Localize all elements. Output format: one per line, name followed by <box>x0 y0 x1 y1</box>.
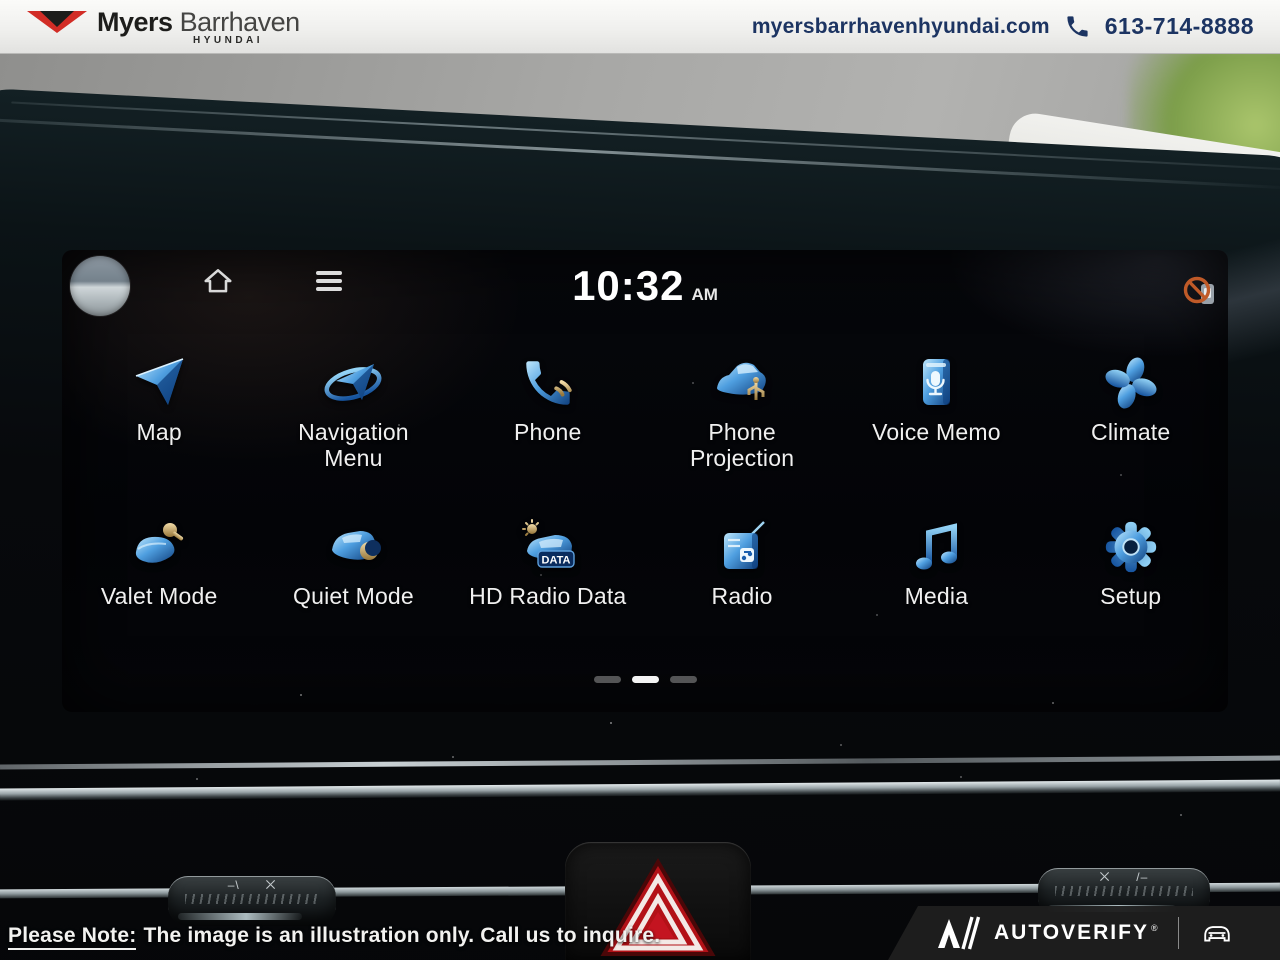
dealer-logo: Myers Barrhaven HYUNDAI <box>26 7 300 46</box>
page-indicator <box>62 676 1228 683</box>
app-label: Phone Projection <box>657 419 827 471</box>
app-tile-quiet-mode[interactable]: Quiet Mode <box>256 512 450 609</box>
time-period: AM <box>691 285 717 304</box>
voice-memo-icon <box>910 348 962 412</box>
banner-divider <box>1178 917 1179 949</box>
dealer-phone-number: 613-714-8888 <box>1105 13 1254 40</box>
app-tile-hd-radio-data[interactable]: DATA HD Radio Data <box>451 512 645 609</box>
quiet-mode-icon <box>322 512 384 576</box>
app-tile-media[interactable]: Media <box>839 512 1033 609</box>
app-label: Map <box>136 419 181 445</box>
dust-specks <box>0 54 2 56</box>
bluetooth-disconnected-icon[interactable] <box>1182 272 1220 310</box>
note-label: Please Note: <box>8 924 136 950</box>
left-vent-adjuster[interactable]: –\⨉ <box>168 876 336 926</box>
phone-app-icon <box>518 348 578 412</box>
screenshot-root: Myers Barrhaven HYUNDAI myersbarrhavenhy… <box>0 0 1280 960</box>
hd-radio-data-icon: DATA <box>515 512 581 576</box>
app-tile-valet-mode[interactable]: Valet Mode <box>62 512 256 609</box>
app-tile-radio[interactable]: Radio <box>645 512 839 609</box>
dealer-website: myersbarrhavenhyundai.com <box>752 15 1050 39</box>
car-icon[interactable] <box>1201 921 1233 945</box>
media-icon <box>908 512 964 576</box>
page-dot-2-active[interactable] <box>632 676 659 683</box>
app-label: Phone <box>514 419 582 445</box>
app-label: Climate <box>1091 419 1170 445</box>
note-text: The image is an illustration only. Call … <box>143 924 660 947</box>
app-label: Navigation Menu <box>268 419 438 471</box>
app-tile-map[interactable]: Map <box>62 348 256 471</box>
page-dot-1[interactable] <box>594 676 621 683</box>
app-tile-navigation-menu[interactable]: Navigation Menu <box>256 348 450 471</box>
autoverify-wordmark: AUTOVERIFY® <box>994 921 1160 945</box>
valet-mode-icon <box>128 512 190 576</box>
infotainment-screen: 10:32 AM Map <box>62 250 1228 712</box>
app-tile-setup[interactable]: Setup <box>1034 512 1228 609</box>
autoverify-logo-icon <box>936 916 982 950</box>
app-tile-voice-memo[interactable]: Voice Memo <box>839 348 1033 471</box>
app-label: Setup <box>1100 583 1161 609</box>
app-label: Media <box>905 583 969 609</box>
map-icon <box>128 348 190 412</box>
status-clock: 10:32 AM <box>62 262 1228 310</box>
app-tile-phone-projection[interactable]: Phone Projection <box>645 348 839 471</box>
phone-handset-icon <box>1064 13 1091 40</box>
app-tile-climate[interactable]: Climate <box>1034 348 1228 471</box>
phone-projection-icon <box>710 348 774 412</box>
dealer-header: Myers Barrhaven HYUNDAI myersbarrhavenhy… <box>0 0 1280 54</box>
autoverify-banner: AUTOVERIFY® <box>888 906 1280 960</box>
disclaimer-note: Please Note: The image is an illustration… <box>8 924 660 948</box>
time-value: 10:32 <box>572 262 684 309</box>
app-label: Valet Mode <box>101 583 218 609</box>
app-label: Voice Memo <box>872 419 1001 445</box>
climate-icon <box>1102 348 1160 412</box>
app-label: Quiet Mode <box>293 583 414 609</box>
navigation-menu-icon <box>320 348 386 412</box>
vent-adjuster-markings: ⨉/– <box>1038 870 1210 885</box>
vent-adjuster-markings: –\⨉ <box>168 878 336 893</box>
dealer-name: Myers Barrhaven <box>97 7 300 37</box>
app-label: HD Radio Data <box>469 583 626 609</box>
app-tile-phone[interactable]: Phone <box>451 348 645 471</box>
hd-data-badge: DATA <box>541 555 570 567</box>
radio-icon <box>714 512 770 576</box>
setup-icon <box>1102 512 1160 576</box>
myers-m-logo-icon <box>26 7 88 41</box>
page-dot-3[interactable] <box>670 676 697 683</box>
app-label: Radio <box>712 583 773 609</box>
